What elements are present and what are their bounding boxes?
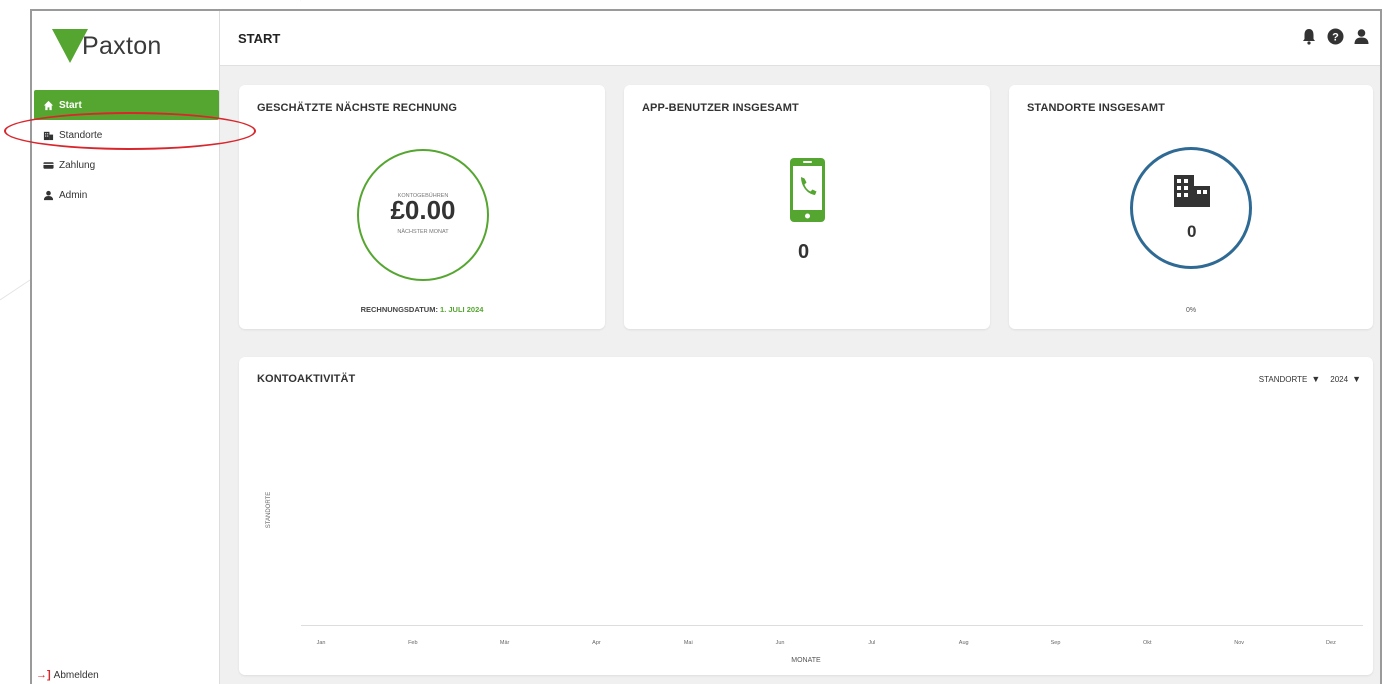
header-actions: ? <box>1300 27 1370 45</box>
bell-icon[interactable] <box>1300 27 1318 45</box>
sidebar-item-label: Admin <box>59 189 88 201</box>
building-icon <box>1174 175 1210 207</box>
top-header: START ? <box>220 11 1380 66</box>
sidebar-item-label: Start <box>59 99 82 111</box>
month-tick: Nov <box>1234 640 1245 646</box>
sidebar-nav: Start Standorte Zahlung Admin <box>34 90 219 210</box>
type-dropdown-label: STANDORTE <box>1258 374 1308 384</box>
year-dropdown-label: 2024 <box>1330 374 1349 384</box>
month-ticks: Jan Feb Mär Apr Mai Jun Jul Aug Sep Okt … <box>301 640 1351 646</box>
app-window: Paxton Start Standorte Zahlung Admin →] … <box>30 9 1382 684</box>
svg-text:?: ? <box>1332 31 1339 43</box>
month-tick: Apr <box>592 640 601 646</box>
fee-amount: £0.00 <box>390 195 456 225</box>
sites-count: 0 <box>1187 222 1197 241</box>
logo-text: Paxton <box>82 31 162 60</box>
user-icon[interactable] <box>1352 27 1370 45</box>
chevron-down-icon: ▼ <box>1311 374 1321 384</box>
invoice-card: GESCHÄTZTE NÄCHSTE RECHNUNG KONTOGEBÜHRE… <box>239 85 605 329</box>
type-dropdown[interactable]: STANDORTE ▼ <box>1259 374 1321 384</box>
sites-card: STANDORTE INSGESAMT 0 0% <box>1009 85 1373 329</box>
sidebar-item-label: Zahlung <box>59 159 96 171</box>
x-axis-line <box>301 625 1363 626</box>
card-icon <box>42 159 54 171</box>
x-axis-label: MONATE <box>791 657 821 664</box>
phone-icon <box>790 158 825 222</box>
sites-percent: 0% <box>1185 307 1197 314</box>
chevron-down-icon: ▼ <box>1352 374 1361 384</box>
highlight-ellipse <box>4 112 256 150</box>
month-tick: Sep <box>1050 640 1061 646</box>
month-tick: Jan <box>316 640 326 646</box>
month-tick: Jul <box>868 640 876 646</box>
month-tick: Mär <box>499 640 510 646</box>
activity-card: KONTOAKTIVITÄT STANDORTE ▼ 2024 ▼ STANDO… <box>239 357 1373 675</box>
app-users-count: 0 <box>798 241 810 263</box>
user-icon <box>42 189 54 201</box>
y-axis-label: STANDORTE <box>266 491 272 529</box>
logout-icon: →] <box>36 669 51 681</box>
card-title: GESCHÄTZTE NÄCHSTE RECHNUNG <box>257 102 458 114</box>
month-tick: Dez <box>1326 640 1336 646</box>
month-tick: Feb <box>408 640 418 646</box>
fee-ring: KONTOGEBÜHREN £0.00 NÄCHSTER MONAT <box>357 149 489 281</box>
month-tick: Okt <box>1143 640 1152 646</box>
month-tick: Mai <box>683 640 693 646</box>
home-icon <box>42 99 54 111</box>
help-icon[interactable]: ? <box>1326 27 1344 45</box>
invoice-date: RECHNUNGSDATUM: 1. JULI 2024 <box>239 305 605 314</box>
sidebar-item-zahlung[interactable]: Zahlung <box>34 150 219 180</box>
card-title: STANDORTE INSGESAMT <box>1027 102 1165 114</box>
logout-link[interactable]: →] Abmelden <box>36 666 99 684</box>
page-title: START <box>238 31 281 46</box>
fee-bottom-label: NÄCHSTER MONAT <box>397 229 449 235</box>
app-users-card: APP-BENUTZER INSGESAMT 0 <box>624 85 990 329</box>
logout-label: Abmelden <box>53 669 99 681</box>
invoice-date-value: 1. JULI 2024 <box>440 305 484 314</box>
year-dropdown[interactable]: 2024 ▼ <box>1330 374 1361 384</box>
paxton-logo[interactable]: Paxton <box>52 26 162 66</box>
card-title: APP-BENUTZER INSGESAMT <box>642 102 799 114</box>
invoice-date-label: RECHNUNGSDATUM: <box>360 305 438 314</box>
sites-ring: 0 <box>1130 147 1252 269</box>
sidebar-item-admin[interactable]: Admin <box>34 180 219 210</box>
activity-filters: STANDORTE ▼ 2024 ▼ <box>1259 374 1361 384</box>
card-title: KONTOAKTIVITÄT <box>257 373 356 385</box>
month-tick: Aug <box>958 640 969 646</box>
month-tick: Jun <box>775 640 785 646</box>
